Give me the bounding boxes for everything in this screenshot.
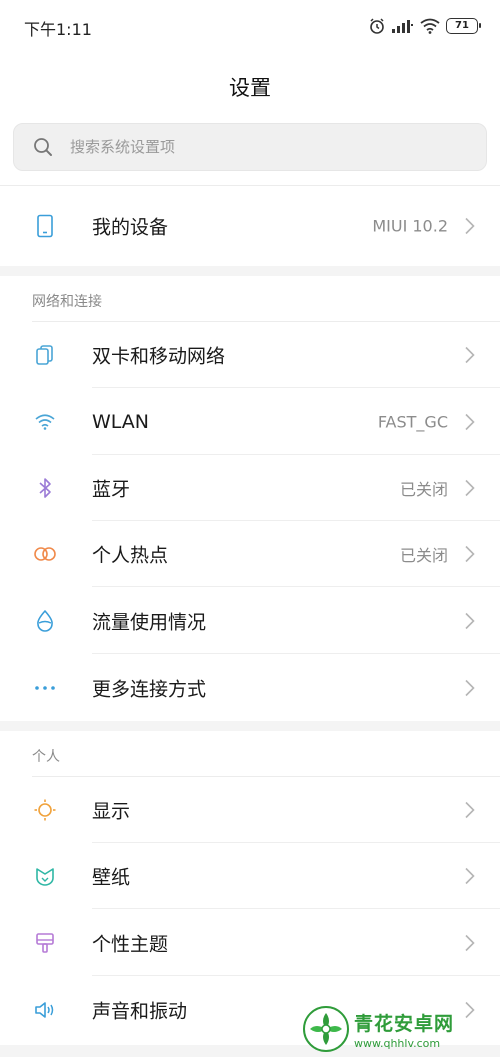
row-divider xyxy=(92,908,500,909)
search-box[interactable] xyxy=(13,123,487,171)
section-header-network: 网络和连接 xyxy=(32,294,102,310)
row-value: 已关闭 xyxy=(399,480,448,499)
settings-row-data-usage[interactable]: 流量使用情况 xyxy=(0,588,500,654)
row-label: 流量使用情况 xyxy=(92,611,207,634)
divider xyxy=(0,185,500,186)
settings-row-wlan[interactable]: WLAN FAST_GC xyxy=(0,389,500,455)
settings-row-themes[interactable]: 个性主题 xyxy=(0,910,500,976)
settings-row-display[interactable]: 显示 xyxy=(0,777,500,843)
theme-brush-icon xyxy=(32,930,58,956)
row-divider xyxy=(92,387,500,388)
settings-row-hotspot[interactable]: 个人热点 已关闭 xyxy=(0,521,500,587)
row-label: WLAN xyxy=(92,411,150,433)
row-label: 双卡和移动网络 xyxy=(92,345,226,368)
display-sun-icon xyxy=(32,797,58,823)
wifi-icon xyxy=(32,409,58,435)
chevron-right-icon xyxy=(465,612,475,630)
section-header-personal: 个人 xyxy=(32,749,60,765)
row-label: 声音和振动 xyxy=(92,1000,188,1023)
chevron-right-icon xyxy=(465,934,475,952)
dual-sim-icon xyxy=(32,342,58,368)
row-label: 个性主题 xyxy=(92,933,169,956)
row-value: FAST_GC xyxy=(377,412,448,432)
chevron-right-icon xyxy=(465,413,475,431)
my-device-label: 我的设备 xyxy=(92,216,169,239)
row-divider xyxy=(92,586,500,587)
status-bar: 下午1:11 71 xyxy=(0,0,500,56)
wallpaper-icon xyxy=(32,863,58,889)
signal-icon xyxy=(392,18,414,34)
hotspot-icon xyxy=(32,541,58,567)
section-gap xyxy=(0,266,500,276)
search-icon xyxy=(34,138,52,156)
data-usage-icon xyxy=(32,608,58,634)
row-label: 显示 xyxy=(92,800,131,823)
alarm-icon xyxy=(368,17,386,35)
watermark-title: 青花安卓网 xyxy=(354,1012,455,1035)
status-icons: 71 xyxy=(368,14,481,38)
settings-row-wallpaper[interactable]: 壁纸 xyxy=(0,843,500,909)
row-label: 更多连接方式 xyxy=(92,678,207,701)
watermark-url: www.qhhlv.com xyxy=(354,1036,441,1050)
chevron-right-icon xyxy=(465,545,475,563)
row-label: 个人热点 xyxy=(92,544,169,567)
watermark: 青花安卓网 www.qhhlv.com xyxy=(302,1004,492,1054)
page-title: 设置 xyxy=(229,76,271,100)
speaker-icon xyxy=(32,997,58,1023)
my-device-row[interactable]: 我的设备 MIUI 10.2 xyxy=(0,193,500,259)
status-time: 下午1:11 xyxy=(24,20,92,39)
battery-icon: 71 xyxy=(446,18,481,34)
settings-row-dual-sim[interactable]: 双卡和移动网络 xyxy=(0,322,500,388)
more-dots-icon xyxy=(32,675,58,701)
row-label: 蓝牙 xyxy=(92,478,131,501)
bluetooth-icon xyxy=(32,475,58,501)
watermark-logo-icon xyxy=(303,1006,349,1052)
settings-row-more-connections[interactable]: 更多连接方式 xyxy=(0,655,500,721)
wifi-status-icon xyxy=(420,18,440,34)
settings-row-bluetooth[interactable]: 蓝牙 已关闭 xyxy=(0,455,500,521)
row-divider xyxy=(92,653,500,654)
chevron-right-icon xyxy=(465,479,475,497)
phone-icon xyxy=(32,213,58,239)
chevron-right-icon xyxy=(465,346,475,364)
chevron-right-icon xyxy=(465,679,475,697)
row-value: 已关闭 xyxy=(399,546,448,565)
my-device-value: MIUI 10.2 xyxy=(372,216,448,236)
chevron-right-icon xyxy=(465,801,475,819)
chevron-right-icon xyxy=(465,867,475,885)
chevron-right-icon xyxy=(465,217,475,235)
row-divider xyxy=(92,975,500,976)
search-input[interactable] xyxy=(70,138,450,156)
row-label: 壁纸 xyxy=(92,866,131,889)
section-gap xyxy=(0,721,500,731)
